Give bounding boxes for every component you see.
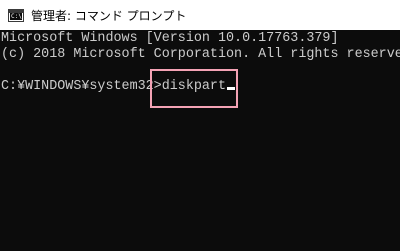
prompt-line: C:¥WINDOWS¥system32>diskpart — [1, 79, 236, 95]
copyright-line: (c) 2018 Microsoft Corporation. All righ… — [1, 47, 400, 62]
version-line: Microsoft Windows [Version 10.0.17763.37… — [1, 31, 339, 46]
console-output-area[interactable]: Microsoft Windows [Version 10.0.17763.37… — [0, 30, 400, 251]
command-prompt-window: C:\ 管理者: コマンド プロンプト Microsoft Windows [V… — [0, 0, 400, 251]
title-bar[interactable]: C:\ 管理者: コマンド プロンプト — [0, 0, 400, 30]
console-app-icon[interactable]: C:\ — [8, 8, 24, 22]
window-title: 管理者: コマンド プロンプト — [31, 8, 187, 23]
prompt-path: C:¥WINDOWS¥system32> — [1, 79, 162, 94]
text-cursor — [227, 87, 236, 90]
command-input[interactable]: diskpart — [162, 79, 226, 95]
